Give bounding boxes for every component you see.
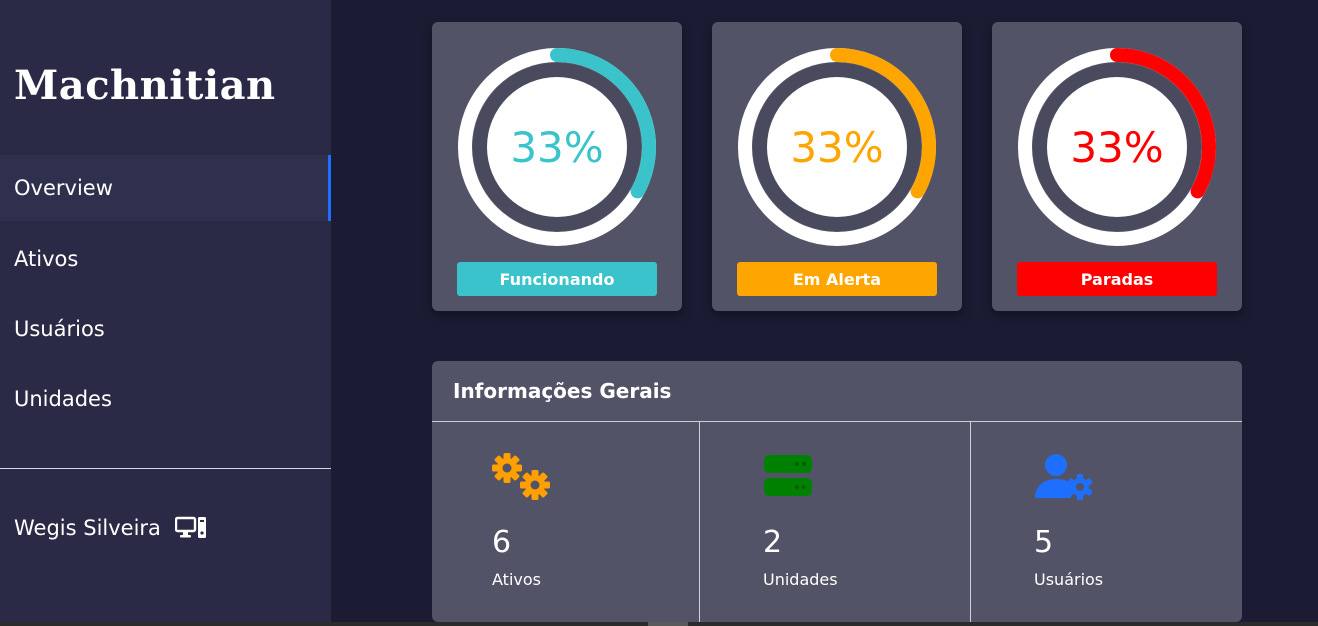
nav-item-usuarios[interactable]: Usuários xyxy=(0,296,331,362)
stat-value: 5 xyxy=(1034,525,1054,560)
horizontal-scrollbar[interactable] xyxy=(0,622,1318,626)
status-badge: Paradas xyxy=(1017,262,1217,296)
stat-unidades[interactable]: 2 Unidades xyxy=(699,422,970,622)
scrollbar-thumb[interactable] xyxy=(648,622,688,626)
user-gear-icon xyxy=(1035,454,1093,500)
stat-label: Usuários xyxy=(1034,570,1104,589)
gauge-percent: 33% xyxy=(790,122,884,172)
gears-icon xyxy=(492,453,550,500)
gauge-percent: 33% xyxy=(1070,122,1164,172)
stat-ativos[interactable]: 6 Ativos xyxy=(432,422,699,622)
computer-icon xyxy=(174,516,206,538)
stat-usuarios[interactable]: 5 Usuários xyxy=(970,422,1242,622)
status-badge: Em Alerta xyxy=(737,262,937,296)
sidebar-divider xyxy=(0,468,331,469)
brand-logo[interactable]: Machnitian xyxy=(14,62,276,109)
nav-item-label: Unidades xyxy=(14,387,112,411)
nav-item-overview[interactable]: Overview xyxy=(0,155,331,221)
info-panel-title: Informações Gerais xyxy=(453,379,672,403)
gauge-percent: 33% xyxy=(510,122,604,172)
info-panel: Informações Gerais 6 Ativos 2 Unidades 5… xyxy=(432,361,1242,622)
nav-item-label: Ativos xyxy=(14,247,79,271)
user-name: Wegis Silveira xyxy=(14,516,161,540)
nav-item-label: Overview xyxy=(14,176,113,200)
stat-value: 6 xyxy=(492,525,512,560)
status-card-em-alerta[interactable]: 33% Em Alerta xyxy=(712,22,962,311)
nav-item-label: Usuários xyxy=(14,317,105,341)
stat-label: Unidades xyxy=(763,570,838,589)
status-card-funcionando[interactable]: 33% Funcionando xyxy=(432,22,682,311)
status-badge: Funcionando xyxy=(457,262,657,296)
user-menu[interactable]: Wegis Silveira xyxy=(14,512,207,544)
status-card-paradas[interactable]: 33% Paradas xyxy=(992,22,1242,311)
stat-value: 2 xyxy=(763,525,783,560)
sidebar: Machnitian Overview Ativos Usuários Unid… xyxy=(0,0,331,626)
nav-item-unidades[interactable]: Unidades xyxy=(0,366,331,432)
nav-item-ativos[interactable]: Ativos xyxy=(0,226,331,292)
server-icon xyxy=(764,455,812,496)
stat-label: Ativos xyxy=(492,570,541,589)
